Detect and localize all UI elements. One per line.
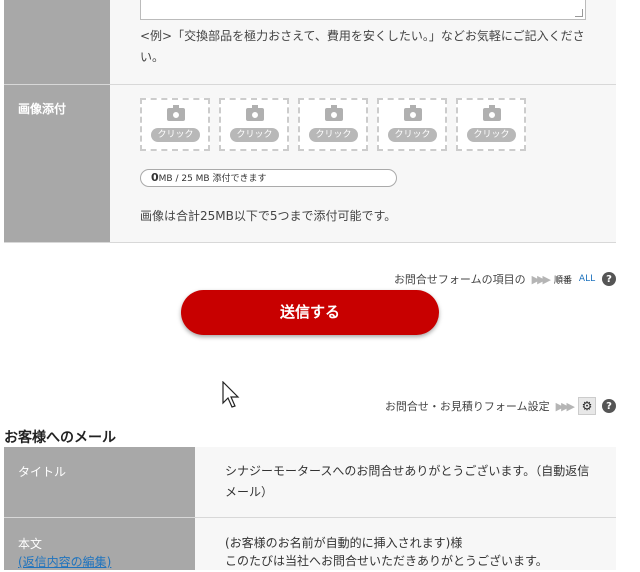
click-pill[interactable]: クリック [467, 128, 516, 142]
quota-text: MB / 25 MB 添付できます [158, 174, 267, 184]
camera-icon [246, 105, 264, 121]
help-icon[interactable]: ? [602, 272, 616, 286]
image-upload-slot[interactable]: クリック [377, 98, 447, 151]
form-settings-row: お問合せ・お見積りフォーム設定 ▶▶▶ ⚙ ? [385, 397, 616, 415]
triple-arrow-icon: ▶▶▶ [531, 272, 551, 286]
camera-icon [167, 105, 185, 121]
click-pill[interactable]: クリック [230, 128, 279, 142]
image-upload-slot[interactable]: クリック [219, 98, 289, 151]
mouse-cursor-icon [222, 381, 240, 408]
request-textarea[interactable] [140, 0, 586, 20]
divider [4, 242, 616, 243]
quota-used: 0 [151, 171, 159, 184]
camera-icon [325, 105, 343, 121]
camera-icon [404, 105, 422, 121]
refresh-all-icon[interactable]: ALL [578, 270, 596, 288]
image-slots: クリック クリック クリック クリック クリック [140, 98, 526, 151]
image-upload-slot[interactable]: クリック [456, 98, 526, 151]
click-pill[interactable]: クリック [388, 128, 437, 142]
image-upload-slot[interactable]: クリック [140, 98, 210, 151]
click-pill[interactable]: クリック [151, 128, 200, 142]
mail-title-label: タイトル [18, 465, 67, 479]
refresh-all-icon-label: ALL [578, 274, 596, 284]
submit-button[interactable]: 送信する [181, 290, 439, 335]
reorder-icon[interactable]: 順番 [554, 270, 572, 288]
gear-icon[interactable]: ⚙ [578, 397, 596, 415]
image-upload-slot[interactable]: クリック [298, 98, 368, 151]
form-items-order-label: お問合せフォームの項目の [393, 273, 526, 286]
mail-title-value: シナジーモータースへのお問合せありがとうございます。（自動返信メール） [225, 464, 590, 499]
form-settings-label: お問合せ・お見積りフォーム設定 [384, 400, 550, 413]
reorder-icon-label: 順番 [554, 275, 573, 286]
mail-title-label-cell [4, 447, 195, 517]
mail-body-line2: このたびは当社へお問合せいただきありがとうございます。 [225, 554, 548, 568]
image-note: 画像は合計25MB以下で5つまで添付可能です。 [140, 209, 397, 223]
customer-mail-title: お客様へのメール [4, 430, 116, 446]
image-attach-label: 画像添付 [18, 102, 67, 116]
camera-icon [483, 105, 501, 121]
edit-reply-link[interactable]: (返信内容の編集) [18, 553, 111, 570]
form-items-order-row: お問合せフォームの項目の ▶▶▶ 順番 ALL ? [394, 270, 616, 288]
request-hint: <例>「交換部品を極力おさえて、費用を安くしたい。」などお気軽にご記入ください。 [140, 29, 585, 64]
triple-arrow-icon: ▶▶▶ [555, 399, 575, 413]
upload-quota-indicator: 0MB / 25 MB 添付できます [140, 169, 397, 187]
click-pill[interactable]: クリック [309, 128, 358, 142]
mail-body-label: 本文 [18, 537, 43, 551]
resize-grip-icon[interactable] [575, 9, 583, 17]
form-label-column [4, 0, 110, 84]
help-icon[interactable]: ? [602, 399, 616, 413]
